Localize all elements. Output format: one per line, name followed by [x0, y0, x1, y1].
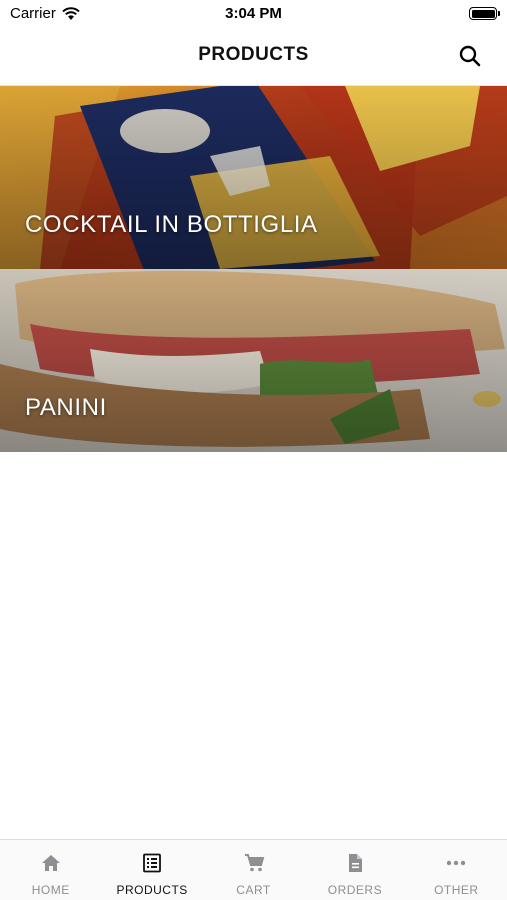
tab-home[interactable]: HOME — [0, 840, 101, 900]
tab-cart[interactable]: CART — [203, 840, 304, 900]
tab-other[interactable]: OTHER — [406, 840, 507, 900]
category-card-cocktail[interactable]: COCKTAIL IN BOTTIGLIA — [0, 86, 507, 269]
cart-icon — [244, 854, 264, 872]
header: PRODUCTS — [0, 28, 507, 86]
tab-bar: HOME PRODUCTS CART ORDERS OTHER — [0, 839, 507, 900]
tab-label: OTHER — [434, 883, 479, 897]
home-icon — [41, 855, 60, 871]
screen: Carrier 3:04 PM PRODUCTS COCKTAIL IN BOT… — [0, 0, 507, 900]
status-time: 3:04 PM — [225, 5, 282, 22]
more-icon — [447, 860, 466, 866]
category-label: PANINI — [25, 394, 107, 421]
category-label: COCKTAIL IN BOTTIGLIA — [25, 211, 318, 238]
tab-label: PRODUCTS — [116, 883, 188, 897]
tab-products[interactable]: PRODUCTS — [101, 840, 202, 900]
battery-icon — [469, 7, 500, 20]
tab-label: CART — [236, 883, 271, 897]
tab-label: ORDERS — [327, 883, 383, 897]
list-icon — [143, 853, 162, 873]
document-icon — [348, 854, 362, 872]
category-image-cocktail — [0, 86, 507, 269]
tab-label: HOME — [31, 883, 70, 897]
search-icon[interactable] — [457, 43, 483, 69]
page-title: PRODUCTS — [198, 44, 309, 65]
tab-orders[interactable]: ORDERS — [304, 840, 405, 900]
status-bar: Carrier 3:04 PM — [0, 0, 507, 28]
category-card-panini[interactable]: PANINI — [0, 269, 507, 452]
category-image-panini — [0, 269, 507, 452]
